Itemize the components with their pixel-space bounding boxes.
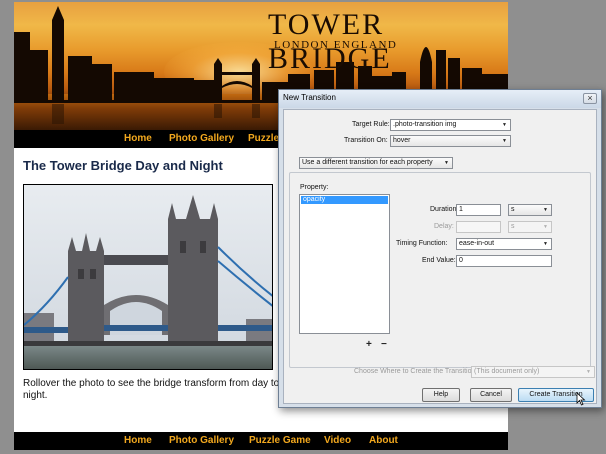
dropdown-arrow-icon: ▼ <box>543 241 548 247</box>
nav-home-bottom[interactable]: Home <box>124 435 152 446</box>
new-transition-dialog: New Transition × Target Rule: .photo-tra… <box>278 89 602 408</box>
help-button[interactable]: Help <box>422 388 460 402</box>
dialog-title: New Transition <box>283 93 336 102</box>
dialog-body: Target Rule: .photo-transition img ▼ Tra… <box>283 109 597 404</box>
photo-caption: Rollover the photo to see the bridge tra… <box>23 378 280 401</box>
dialog-titlebar[interactable]: New Transition × <box>279 90 601 108</box>
timing-function-combo[interactable]: ease-in-out ▼ <box>456 238 552 250</box>
end-value-input[interactable]: 0 <box>456 255 552 267</box>
target-rule-combo[interactable]: .photo-transition img ▼ <box>390 119 511 131</box>
bottom-nav: Home Photo Gallery Puzzle Game Video Abo… <box>14 432 508 450</box>
delay-input[interactable] <box>456 221 501 233</box>
transition-mode-value: Use a different transition for each prop… <box>302 159 433 166</box>
dropdown-arrow-icon: ▼ <box>502 122 507 128</box>
create-where-label: Choose Where to Create the Transition: <box>354 368 478 375</box>
close-button[interactable]: × <box>583 93 597 104</box>
remove-property-button[interactable]: − <box>381 339 387 350</box>
dropdown-arrow-icon: ▼ <box>502 138 507 144</box>
nav-puzzle-game[interactable]: Puzzle <box>248 133 279 144</box>
nav-puzzle-game-bottom[interactable]: Puzzle Game <box>249 435 311 446</box>
transition-on-value: hover <box>393 137 411 144</box>
property-item-opacity[interactable]: opacity <box>301 196 388 204</box>
end-value-label: End Value: <box>422 257 456 264</box>
transition-mode-select[interactable]: Use a different transition for each prop… <box>299 157 453 169</box>
close-icon: × <box>587 93 593 103</box>
duration-unit-value: s <box>511 206 515 213</box>
create-where-value: (This document only) <box>474 368 540 375</box>
nav-photo-gallery-bottom[interactable]: Photo Gallery <box>169 435 234 446</box>
dropdown-arrow-icon: ▼ <box>586 369 591 375</box>
delay-unit-value: s <box>511 223 515 230</box>
nav-video-bottom[interactable]: Video <box>324 435 351 446</box>
property-list[interactable]: opacity <box>299 194 390 334</box>
cancel-button[interactable]: Cancel <box>470 388 512 402</box>
target-rule-label: Target Rule: <box>352 121 390 128</box>
delay-unit-select[interactable]: s ▼ <box>508 221 552 233</box>
property-label: Property: <box>300 184 329 191</box>
timing-function-value: ease-in-out <box>459 240 495 247</box>
transition-on-select[interactable]: hover ▼ <box>390 135 511 147</box>
dropdown-arrow-icon: ▼ <box>543 224 548 230</box>
duration-unit-select[interactable]: s ▼ <box>508 204 552 216</box>
add-property-button[interactable]: + <box>366 339 372 350</box>
duration-label: Duration: <box>430 206 459 213</box>
duration-input[interactable]: 1 <box>456 204 501 216</box>
tower-bridge-image <box>24 185 272 369</box>
timing-function-label: Timing Function: <box>396 240 448 247</box>
bridge-photo[interactable] <box>23 184 273 370</box>
dropdown-arrow-icon: ▼ <box>444 160 449 166</box>
dropdown-arrow-icon: ▼ <box>543 207 548 213</box>
delay-label: Delay: <box>434 223 454 230</box>
nav-about-bottom[interactable]: About <box>369 435 398 446</box>
mouse-pointer-icon <box>576 392 586 406</box>
nav-photo-gallery[interactable]: Photo Gallery <box>169 133 234 144</box>
site-subtitle: London England <box>274 39 398 51</box>
page-heading: The Tower Bridge Day and Night <box>23 158 223 173</box>
nav-home[interactable]: Home <box>124 133 152 144</box>
transition-on-label: Transition On: <box>344 137 388 144</box>
create-where-select[interactable]: (This document only) ▼ <box>471 366 595 378</box>
target-rule-value: .photo-transition img <box>393 121 457 128</box>
